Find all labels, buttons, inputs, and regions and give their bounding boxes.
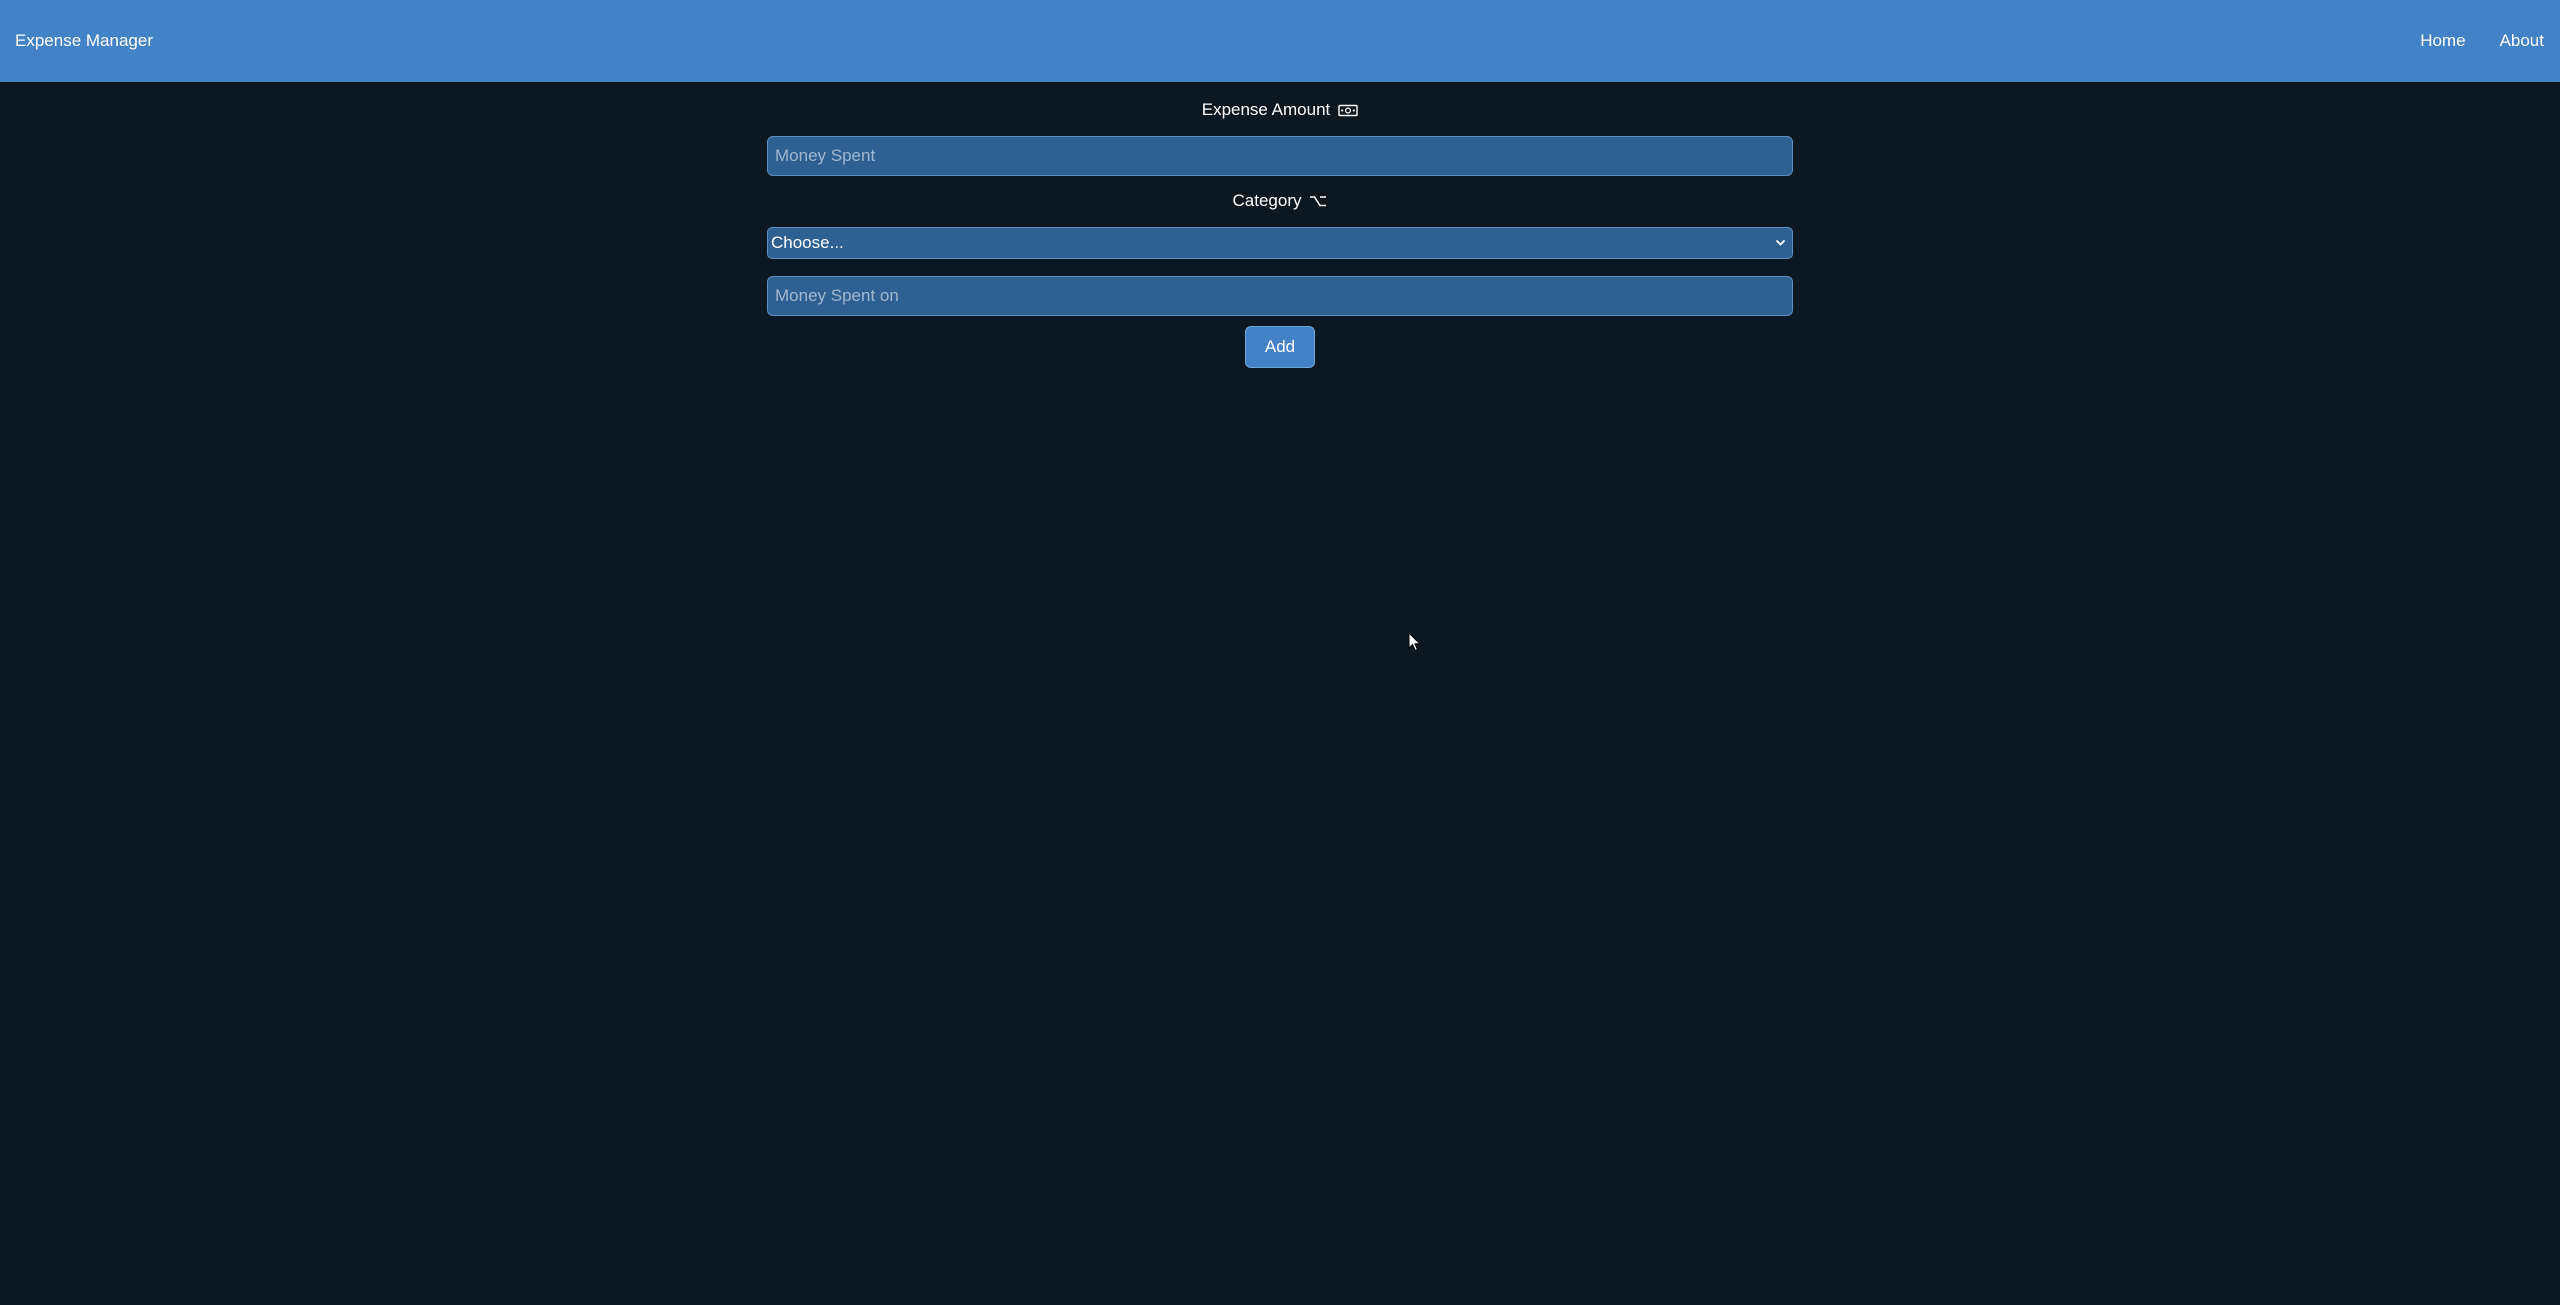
amount-input[interactable]: Money Spent — [767, 136, 1793, 176]
description-input[interactable]: Money Spent on — [767, 276, 1793, 316]
category-label-row: Category — [767, 190, 1793, 212]
add-button[interactable]: Add — [1245, 326, 1315, 368]
mouse-cursor-icon — [1408, 631, 1422, 657]
nav-link-home[interactable]: Home — [2420, 31, 2465, 51]
brand-link[interactable]: Expense Manager — [15, 31, 153, 51]
button-row: Add — [767, 326, 1793, 368]
money-bill-icon — [1338, 104, 1358, 117]
amount-label-row: Expense Amount — [767, 99, 1793, 121]
category-select[interactable]: Choose... — [767, 227, 1793, 259]
navbar: Expense Manager Home About — [0, 0, 2560, 82]
description-placeholder: Money Spent on — [775, 286, 899, 305]
nav-links: Home About — [2420, 31, 2544, 51]
chevron-down-icon — [1775, 239, 1786, 247]
amount-label: Expense Amount — [1201, 100, 1331, 119]
expense-form: Expense Amount Money Spent Category Choo… — [767, 82, 1793, 368]
category-selected-value: Choose... — [771, 233, 844, 252]
option-key-icon — [1309, 195, 1327, 207]
category-label: Category — [1232, 191, 1302, 210]
amount-placeholder: Money Spent — [775, 146, 876, 165]
nav-link-about[interactable]: About — [2500, 31, 2544, 51]
